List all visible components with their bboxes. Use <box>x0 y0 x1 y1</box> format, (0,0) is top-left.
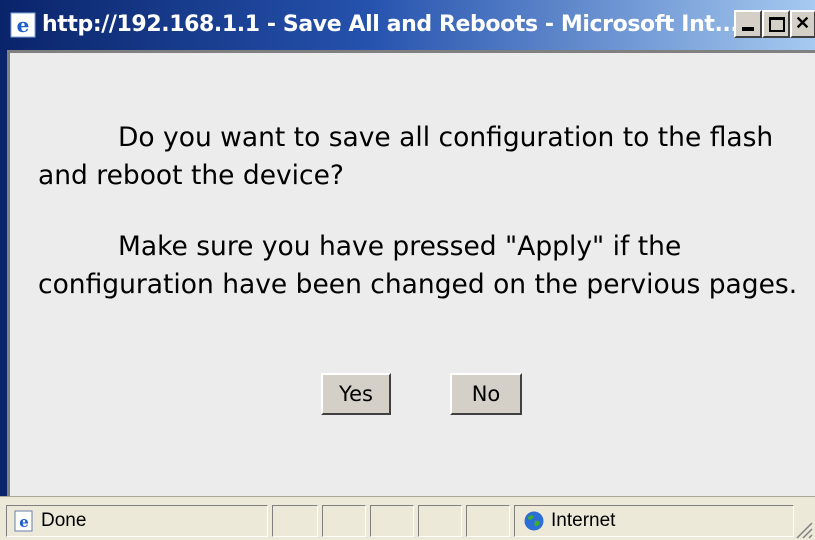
maximize-button[interactable] <box>762 10 790 38</box>
apply-reminder-message: Make sure you have pressed "Apply" if th… <box>38 231 798 300</box>
status-panel-empty <box>466 505 510 537</box>
status-panel-empty <box>418 505 462 537</box>
resize-grip-icon[interactable] <box>793 519 813 539</box>
status-bar: e Done Internet <box>0 496 815 540</box>
ie-icon: e <box>10 12 36 38</box>
page-content: Do you want to save all configuration to… <box>7 50 815 496</box>
status-text: Done <box>41 510 87 531</box>
status-panel-empty <box>322 505 366 537</box>
status-panel-empty <box>370 505 414 537</box>
zone-panel: Internet <box>514 505 794 537</box>
title-bar[interactable]: e http://192.168.1.1 - Save All and Rebo… <box>0 0 815 50</box>
confirm-message: Do you want to save all configuration to… <box>38 122 774 191</box>
status-panel-empty <box>272 505 318 537</box>
svg-text:e: e <box>17 13 30 37</box>
close-button[interactable] <box>790 10 815 38</box>
minimize-button[interactable] <box>734 10 762 38</box>
status-panel: e Done <box>6 505 268 537</box>
yes-button[interactable]: Yes <box>321 373 391 415</box>
page-icon: e <box>13 510 35 532</box>
window-title: http://192.168.1.1 - Save All and Reboot… <box>42 12 739 37</box>
globe-icon <box>523 510 545 532</box>
security-zone-label: Internet <box>551 510 616 531</box>
svg-text:e: e <box>19 513 29 531</box>
browser-popup-window: e http://192.168.1.1 - Save All and Rebo… <box>0 0 815 540</box>
no-button[interactable]: No <box>450 373 522 415</box>
